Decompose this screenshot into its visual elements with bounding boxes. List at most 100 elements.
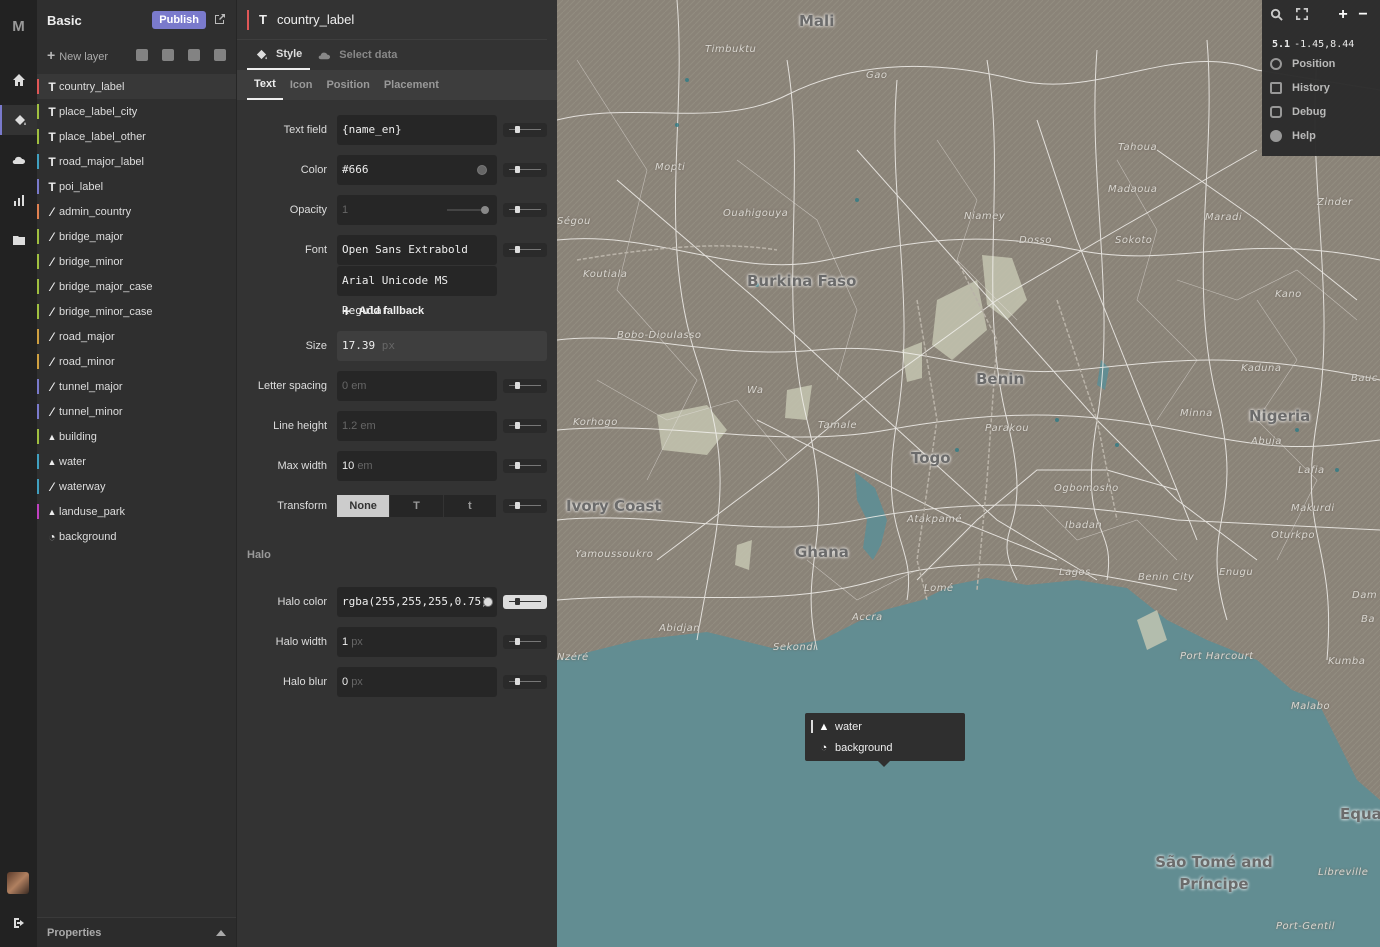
- tab-select-data-label: Select data: [339, 49, 398, 61]
- add-fallback-button[interactable]: + Add fallback: [342, 302, 424, 320]
- layer-item-place-label-other[interactable]: Tplace_label_other: [37, 124, 236, 149]
- layer-color-bar: [37, 454, 39, 469]
- layer-name: bridge_minor: [59, 255, 124, 268]
- map-label-place: Port-Gentil: [1276, 921, 1336, 932]
- stats-icon[interactable]: [0, 185, 37, 215]
- layer-item-landuse-park[interactable]: ▲ landuse_park: [37, 499, 236, 524]
- trash-icon[interactable]: [214, 49, 226, 61]
- letter-spacing-stops-toggle[interactable]: [503, 379, 547, 393]
- app-logo[interactable]: M: [0, 18, 37, 35]
- size-input[interactable]: 17.39 px: [337, 331, 547, 361]
- halo-blur-label: Halo blur: [282, 676, 327, 688]
- logout-icon[interactable]: [0, 908, 37, 938]
- opacity-stops-toggle[interactable]: [503, 203, 547, 217]
- external-link-icon[interactable]: [214, 13, 226, 28]
- group-folder-icon[interactable]: [162, 49, 174, 61]
- layer-item-tunnel-major[interactable]: ⁄ tunnel_major: [37, 374, 236, 399]
- layer-item-poi-label[interactable]: Tpoi_label: [37, 174, 236, 199]
- text-field-stops-toggle[interactable]: [503, 123, 547, 137]
- map-label-place: Ba: [1361, 614, 1375, 625]
- layer-item-road-major[interactable]: ⁄ road_major: [37, 324, 236, 349]
- map-label-place: Gao: [866, 70, 888, 81]
- line-height-input[interactable]: 1.2 em: [337, 411, 497, 441]
- help-button[interactable]: Help: [1262, 124, 1380, 148]
- layer-item-road-major-label[interactable]: Troad_major_label: [37, 149, 236, 174]
- layer-item-bridge-minor-case[interactable]: ⁄ bridge_minor_case: [37, 299, 236, 324]
- publish-button[interactable]: Publish: [152, 11, 206, 29]
- layer-item-road-minor[interactable]: ⁄ road_minor: [37, 349, 236, 374]
- properties-toggle[interactable]: Properties: [37, 917, 236, 947]
- subtab-position[interactable]: Position: [319, 70, 376, 100]
- max-width-stops-toggle[interactable]: [503, 459, 547, 473]
- layer-item-country-label[interactable]: Tcountry_label: [37, 74, 236, 99]
- transform-stops-toggle[interactable]: [503, 499, 547, 513]
- transform-lowercase-button[interactable]: t: [443, 495, 497, 517]
- subtab-icon[interactable]: Icon: [283, 70, 320, 100]
- transform-row: Transform None T t: [237, 491, 557, 521]
- duplicate-icon[interactable]: [136, 49, 148, 61]
- halo-blur-row: Halo blur 0 px: [237, 667, 557, 697]
- map-label-place: Mopti: [655, 162, 686, 173]
- max-width-input[interactable]: 10 em: [337, 451, 497, 481]
- font-fallback-input[interactable]: Arial Unicode MS Regular: [337, 266, 497, 317]
- avatar[interactable]: [7, 872, 29, 894]
- font-stops-toggle[interactable]: [503, 243, 547, 257]
- search-icon[interactable]: [1270, 8, 1284, 22]
- text-field-input[interactable]: {name_en}: [337, 115, 497, 145]
- color-stops-toggle[interactable]: [503, 163, 547, 177]
- color-swatch[interactable]: [477, 165, 487, 175]
- halo-blur-input[interactable]: 0 px: [337, 667, 497, 697]
- font-input[interactable]: Open Sans Extrabold: [337, 235, 497, 265]
- style-name[interactable]: Basic: [47, 13, 152, 28]
- home-icon[interactable]: [0, 65, 37, 95]
- line-layer-icon: ⁄: [50, 404, 53, 419]
- folder-icon[interactable]: [0, 225, 37, 255]
- layer-item-waterway[interactable]: ⁄ waterway: [37, 474, 236, 499]
- layer-item-building[interactable]: ▲ building: [37, 424, 236, 449]
- transform-none-button[interactable]: None: [337, 495, 391, 517]
- layer-name: road_minor: [59, 355, 115, 368]
- layer-name: background: [59, 530, 117, 543]
- history-button[interactable]: History: [1262, 76, 1380, 100]
- layer-item-bridge-minor[interactable]: ⁄ bridge_minor: [37, 249, 236, 274]
- popup-item-water[interactable]: ▲ water: [805, 716, 965, 737]
- debug-button[interactable]: Debug: [1262, 100, 1380, 124]
- map-label-place: Ogbomosho: [1054, 483, 1119, 494]
- layer-item-bridge-major[interactable]: ⁄ bridge_major: [37, 224, 236, 249]
- paint-bucket-icon[interactable]: [0, 105, 37, 135]
- layer-item-bridge-major-case[interactable]: ⁄ bridge_major_case: [37, 274, 236, 299]
- halo-color-input[interactable]: rgba(255,255,255,0.75): [337, 587, 497, 617]
- popup-item-background[interactable]: ◔ background: [805, 737, 965, 758]
- layer-item-place-label-city[interactable]: Tplace_label_city: [37, 99, 236, 124]
- position-button[interactable]: Position: [1262, 52, 1380, 76]
- layer-name: admin_country: [59, 205, 132, 218]
- line-height-stops-toggle[interactable]: [503, 419, 547, 433]
- tab-style[interactable]: Style: [247, 40, 311, 70]
- halo-color-swatch[interactable]: [483, 597, 493, 607]
- opacity-slider[interactable]: [447, 206, 489, 214]
- subtab-text[interactable]: Text: [247, 70, 283, 100]
- layer-item-tunnel-minor[interactable]: ⁄ tunnel_minor: [37, 399, 236, 424]
- letter-spacing-input[interactable]: 0 em: [337, 371, 497, 401]
- layer-item-water[interactable]: ▲ water: [37, 449, 236, 474]
- halo-width-stops-toggle[interactable]: [503, 635, 547, 649]
- halo-color-stops-toggle[interactable]: [503, 595, 547, 609]
- layer-item-admin-country[interactable]: ⁄ admin_country: [37, 199, 236, 224]
- new-layer-button[interactable]: + New layer: [47, 47, 122, 63]
- halo-color-row: Halo color rgba(255,255,255,0.75): [237, 587, 557, 617]
- zoom-in-button[interactable]: +: [1334, 6, 1352, 24]
- opacity-input[interactable]: 1: [337, 195, 497, 225]
- zoom-out-button[interactable]: −: [1354, 6, 1372, 24]
- color-input[interactable]: #666: [337, 155, 497, 185]
- layer-name: road_major: [59, 330, 115, 343]
- cloud-icon[interactable]: [0, 145, 37, 175]
- fullscreen-icon[interactable]: [1296, 8, 1310, 22]
- hide-icon[interactable]: [188, 49, 200, 61]
- transform-uppercase-button[interactable]: T: [390, 495, 444, 517]
- tab-select-data[interactable]: Select data: [310, 40, 405, 70]
- layer-item-background[interactable]: ◔ background: [37, 524, 236, 549]
- subtab-placement[interactable]: Placement: [377, 70, 446, 100]
- halo-width-input[interactable]: 1 px: [337, 627, 497, 657]
- map-canvas[interactable]: Mali Burkina Faso Benin Nigeria Togo Ivo…: [557, 0, 1380, 947]
- halo-blur-stops-toggle[interactable]: [503, 675, 547, 689]
